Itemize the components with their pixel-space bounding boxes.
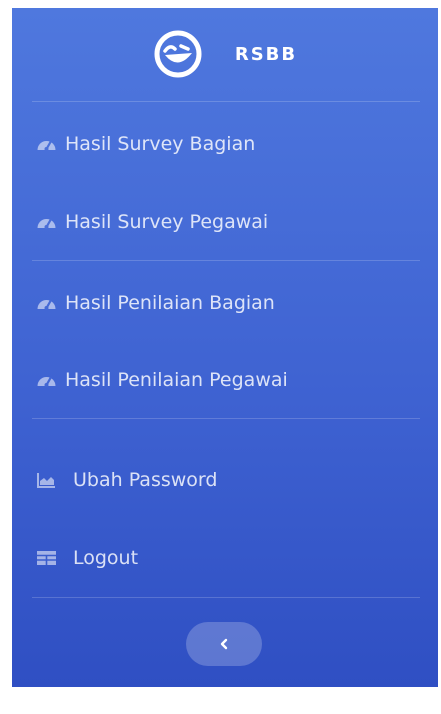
sidebar-item-hasil-survey-bagian[interactable]: Hasil Survey Bagian	[36, 128, 255, 160]
sidebar-item-label: Hasil Survey Bagian	[65, 133, 256, 155]
sidebar-item-label: Hasil Penilaian Pegawai	[65, 369, 288, 391]
sidebar-brand[interactable]: RSBB	[12, 8, 438, 100]
sidebar-item-label: Ubah Password	[73, 469, 218, 491]
sidebar: RSBB Hasil Survey Bagian Hasil Survey Pe…	[12, 8, 438, 687]
divider	[32, 418, 420, 419]
divider	[32, 101, 420, 102]
divider	[32, 260, 420, 261]
laughing-face-icon	[154, 30, 202, 78]
chevron-left-icon	[220, 638, 228, 650]
sidebar-item-hasil-penilaian-bagian[interactable]: Hasil Penilaian Bagian	[36, 287, 275, 319]
divider	[32, 597, 420, 598]
tachometer-icon	[37, 299, 56, 310]
tachometer-icon	[37, 376, 56, 387]
area-chart-icon	[37, 473, 55, 488]
brand-title: RSBB	[234, 43, 298, 65]
sidebar-toggle-button[interactable]	[186, 622, 262, 666]
sidebar-item-hasil-survey-pegawai[interactable]: Hasil Survey Pegawai	[36, 206, 268, 238]
sidebar-item-label: Hasil Penilaian Bagian	[65, 292, 275, 314]
sidebar-item-ubah-password[interactable]: Ubah Password	[36, 464, 217, 496]
table-icon	[37, 551, 56, 565]
sidebar-item-label: Hasil Survey Pegawai	[65, 211, 269, 233]
tachometer-icon	[37, 218, 56, 229]
sidebar-item-hasil-penilaian-pegawai[interactable]: Hasil Penilaian Pegawai	[36, 364, 288, 396]
sidebar-item-label: Logout	[73, 547, 139, 569]
tachometer-icon	[37, 140, 56, 151]
sidebar-item-logout[interactable]: Logout	[36, 542, 138, 574]
